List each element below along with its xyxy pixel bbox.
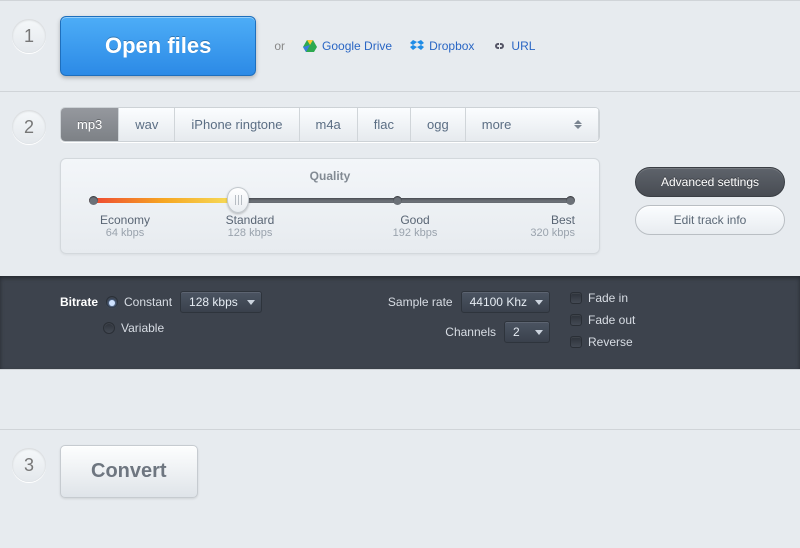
channels-value: 2 — [513, 325, 520, 339]
reverse-checkbox[interactable]: Reverse — [570, 335, 633, 349]
bitrate-value: 128 kbps — [189, 295, 238, 309]
samplerate-label: Sample rate — [388, 295, 453, 309]
bitrate-variable-radio[interactable]: Variable — [103, 321, 164, 335]
tab-m4a[interactable]: m4a — [300, 108, 358, 141]
channels-label: Channels — [445, 325, 496, 339]
reverse-label: Reverse — [588, 335, 633, 349]
google-drive-label: Google Drive — [322, 39, 392, 53]
quality-label-best: Best — [495, 213, 575, 227]
link-icon — [492, 40, 506, 52]
caret-down-icon — [247, 300, 255, 305]
convert-button[interactable]: Convert — [60, 445, 198, 498]
quality-label-standard: Standard — [210, 213, 290, 227]
quality-rate-standard: 128 kbps — [210, 227, 290, 239]
quality-rate-best: 320 kbps — [495, 227, 575, 239]
or-text: or — [274, 39, 285, 53]
quality-rate-good: 192 kbps — [375, 227, 455, 239]
bitrate-constant-label: Constant — [124, 295, 172, 309]
dropbox-label: Dropbox — [429, 39, 474, 53]
step-2-section: 2 mp3 wav iPhone ringtone m4a flac ogg m… — [0, 91, 800, 276]
bitrate-variable-label: Variable — [121, 321, 164, 335]
step-badge-3: 3 — [12, 448, 46, 482]
fade-out-checkbox[interactable]: Fade out — [570, 313, 635, 327]
quality-panel: Quality Economy64 kbps Standard128 kbps … — [60, 158, 600, 254]
quality-rate-economy: 64 kbps — [85, 227, 165, 239]
tab-mp3[interactable]: mp3 — [61, 108, 119, 141]
step-1-section: 1 Open files or Google Drive Dropbox URL — [0, 0, 800, 91]
fade-in-checkbox[interactable]: Fade in — [570, 291, 628, 305]
channels-select[interactable]: 2 — [504, 321, 550, 343]
bitrate-select[interactable]: 128 kbps — [180, 291, 262, 313]
quality-title: Quality — [85, 169, 575, 183]
dropbox-icon — [410, 40, 424, 52]
caret-down-icon — [535, 330, 543, 335]
open-files-button[interactable]: Open files — [60, 16, 256, 76]
quality-slider[interactable] — [89, 193, 571, 207]
quality-label-good: Good — [375, 213, 455, 227]
step-badge-1: 1 — [12, 19, 46, 53]
bitrate-label: Bitrate — [60, 295, 98, 309]
tab-ogg[interactable]: ogg — [411, 108, 466, 141]
samplerate-select[interactable]: 44100 Khz — [461, 291, 550, 313]
step-3-section: 3 Convert — [0, 429, 800, 513]
quality-slider-labels: Economy64 kbps Standard128 kbps Good192 … — [85, 213, 575, 239]
edit-track-info-button[interactable]: Edit track info — [635, 205, 785, 235]
dropbox-link[interactable]: Dropbox — [410, 39, 474, 53]
tab-flac[interactable]: flac — [358, 108, 411, 141]
tab-more[interactable]: more — [466, 108, 599, 141]
format-tabs: mp3 wav iPhone ringtone m4a flac ogg mor… — [60, 107, 600, 142]
chevron-updown-icon — [574, 120, 582, 129]
quality-label-economy: Economy — [85, 213, 165, 227]
caret-down-icon — [535, 300, 543, 305]
google-drive-link[interactable]: Google Drive — [303, 39, 392, 53]
google-drive-icon — [303, 40, 317, 52]
tab-wav[interactable]: wav — [119, 108, 175, 141]
advanced-settings-button[interactable]: Advanced settings — [635, 167, 785, 197]
url-label: URL — [511, 39, 535, 53]
advanced-panel: Bitrate Constant 128 kbps Variable Sampl… — [0, 276, 800, 369]
tab-iphone-ringtone[interactable]: iPhone ringtone — [175, 108, 299, 141]
fade-in-label: Fade in — [588, 291, 628, 305]
tab-more-label: more — [482, 117, 512, 132]
step-badge-2: 2 — [12, 110, 46, 144]
slider-handle[interactable] — [227, 187, 249, 213]
url-link[interactable]: URL — [492, 39, 535, 53]
fade-out-label: Fade out — [588, 313, 635, 327]
bitrate-constant-radio[interactable]: Constant — [106, 295, 172, 309]
samplerate-value: 44100 Khz — [470, 295, 527, 309]
